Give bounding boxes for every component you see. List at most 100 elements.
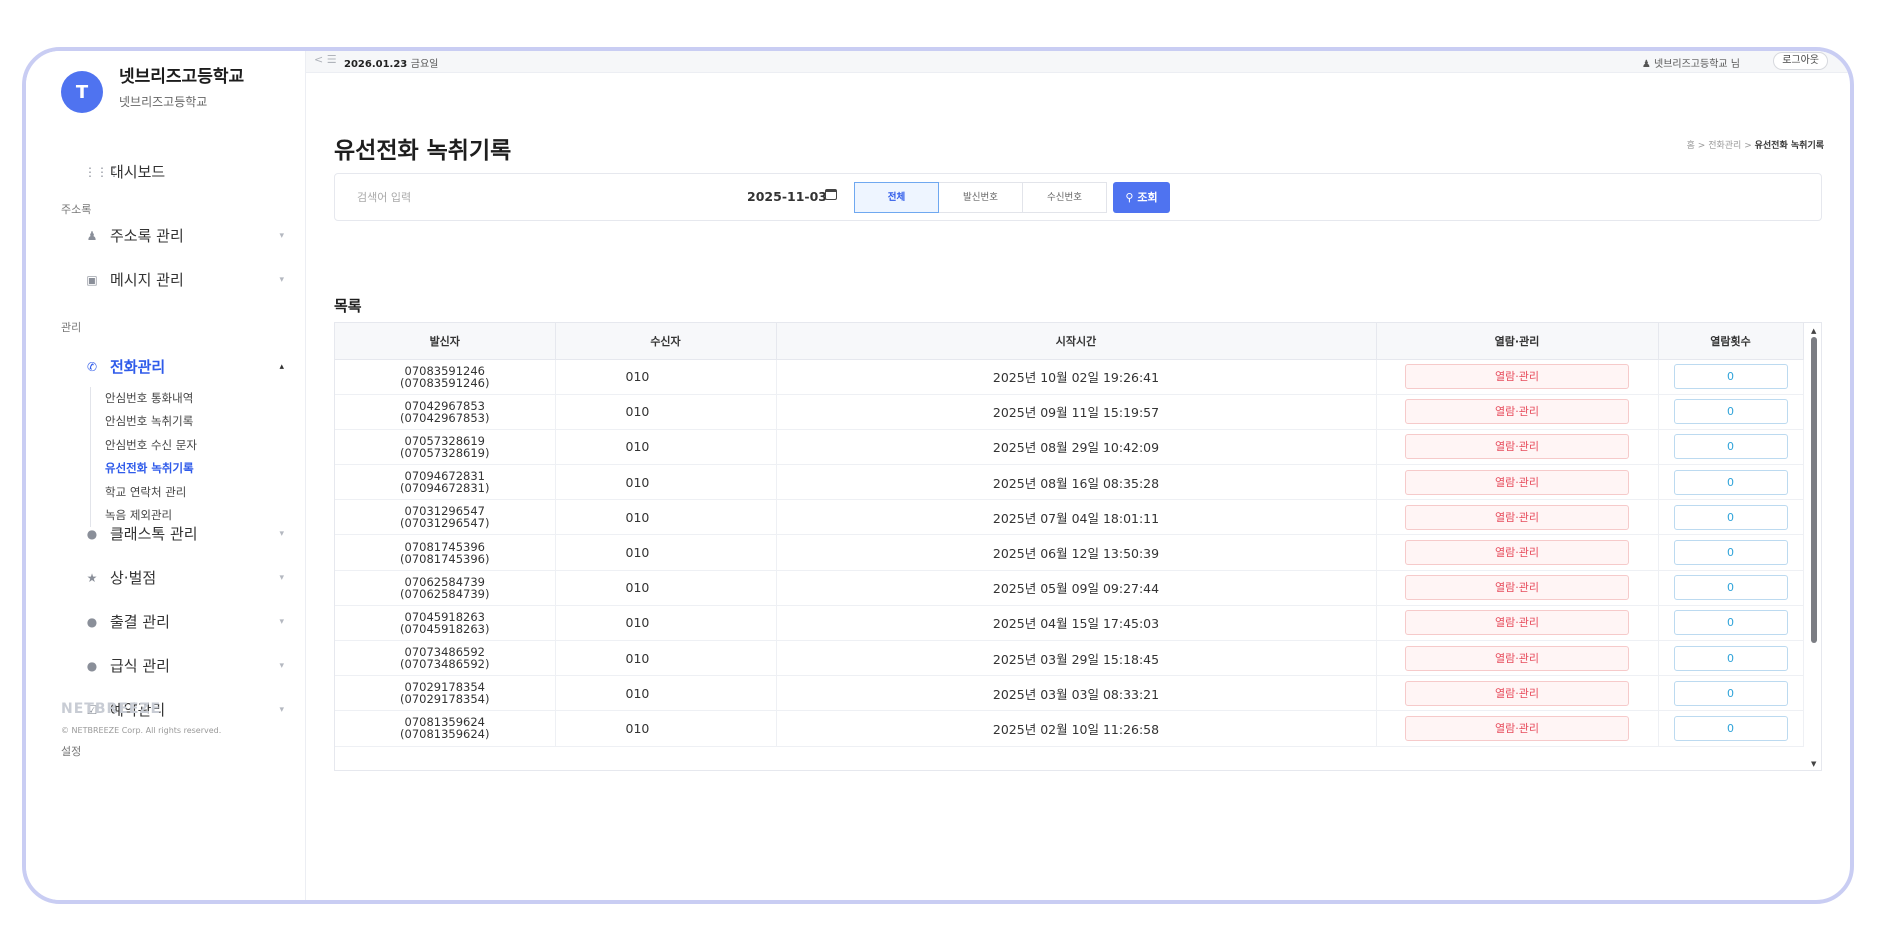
segment-caller[interactable]: 발신번호 bbox=[938, 182, 1023, 213]
sidebar-item-label: 출결 관리 bbox=[110, 613, 170, 631]
phone-submenu: 안심번호 통화내역 안심번호 녹취기록 안심번호 수신 문자 유선전화 녹취기록… bbox=[90, 387, 197, 528]
table-row[interactable]: 07094672831 (07094672831) 010 2025년 08월 16일… bbox=[335, 464, 1804, 501]
table-row[interactable]: 07083591246 (07083591246) 010 2025년 10월 02일… bbox=[335, 359, 1804, 395]
sender-number-paren: (07045918263) bbox=[400, 621, 490, 636]
cell-sender: 07045918263 (07045918263) bbox=[335, 605, 556, 642]
cell-start-time: 2025년 10월 02일 19:26:41 bbox=[776, 359, 1377, 395]
open-mgmt-button[interactable]: 열람·관리 bbox=[1405, 504, 1629, 530]
cell-sender: 07042967853 (07042967853) bbox=[335, 394, 556, 430]
chevron-down-icon: ▾ bbox=[279, 274, 284, 285]
open-mgmt-button[interactable]: 열람·관리 bbox=[1405, 610, 1629, 636]
sidebar-item-attendance[interactable]: ● 출결 관리 ▾ bbox=[84, 611, 284, 632]
logout-button[interactable]: 로그아웃 bbox=[1773, 52, 1828, 70]
menu-toggle-icon[interactable]: < ☰ bbox=[314, 53, 337, 66]
submenu-item-safe-sms[interactable]: 안심번호 수신 문자 bbox=[105, 434, 197, 457]
footer-logo-text: NETBREEZE bbox=[61, 701, 162, 717]
brand: T 넷브리즈고등학교 넷브리즈고등학교 bbox=[61, 66, 244, 113]
breadcrumb-home[interactable]: 홈 bbox=[1687, 141, 1695, 151]
date-value: 2026.01.23 bbox=[344, 59, 408, 70]
segment-receiver[interactable]: 수신번호 bbox=[1022, 182, 1107, 213]
sender-number-paren: (07042967853) bbox=[400, 410, 490, 425]
cell-open-count: 0 bbox=[1658, 464, 1804, 501]
col-header-open-mgmt[interactable]: 열람·관리 bbox=[1376, 323, 1659, 360]
cell-sender: 07073486592 (07073486592) bbox=[335, 640, 556, 677]
open-mgmt-button[interactable]: 열람·관리 bbox=[1405, 645, 1629, 671]
cell-start-time: 2025년 03월 03일 08:33:21 bbox=[776, 675, 1377, 712]
sidebar-item-award[interactable]: ★ 상·벌점 ▾ bbox=[84, 567, 284, 588]
open-count-field[interactable]: 0 bbox=[1673, 540, 1788, 566]
open-count-field[interactable]: 0 bbox=[1673, 469, 1788, 495]
table-row[interactable]: 07081745396 (07081745396) 010 2025년 06월 12일… bbox=[335, 534, 1804, 571]
scroll-down-icon[interactable]: ▼ bbox=[1811, 760, 1816, 768]
cell-sender: 07057328619 (07057328619) bbox=[335, 429, 556, 466]
scrollbar-thumb[interactable] bbox=[1811, 337, 1817, 643]
cell-open-count: 0 bbox=[1658, 394, 1804, 430]
cell-receiver: 010 bbox=[555, 640, 777, 677]
submenu-item-landline-recording[interactable]: 유선전화 녹취기록 bbox=[105, 457, 197, 480]
user-icon: ♟ bbox=[1641, 59, 1651, 70]
breadcrumb-phone[interactable]: 전화관리 bbox=[1708, 141, 1741, 151]
open-count-field[interactable]: 0 bbox=[1673, 399, 1788, 425]
school-subtitle: 넷브리즈고등학교 bbox=[119, 95, 208, 109]
col-header-sender[interactable]: 발신자 bbox=[335, 323, 556, 360]
open-count-field[interactable]: 0 bbox=[1673, 680, 1788, 706]
sidebar-item-message[interactable]: ▣ 메시지 관리 ▾ bbox=[84, 269, 284, 290]
open-count-field[interactable]: 0 bbox=[1673, 715, 1788, 741]
cell-open-mgmt: 열람·관리 bbox=[1376, 675, 1659, 712]
table-row[interactable]: 07031296547 (07031296547) 010 2025년 07월 04일… bbox=[335, 499, 1804, 536]
sidebar-item-dashboard[interactable]: ⋮⋮⋮ 대시보드 bbox=[84, 161, 284, 182]
open-mgmt-button[interactable]: 열람·관리 bbox=[1405, 364, 1629, 390]
search-button[interactable]: ⚲ 조회 bbox=[1113, 182, 1170, 213]
open-mgmt-button[interactable]: 열람·관리 bbox=[1405, 469, 1629, 495]
col-header-receiver[interactable]: 수신자 bbox=[555, 323, 777, 360]
star-icon: ★ bbox=[86, 570, 98, 585]
chevron-down-icon: ▾ bbox=[279, 704, 284, 715]
user-info: ♟ 넷브리즈고등학교 님 bbox=[1642, 55, 1740, 70]
cell-open-mgmt: 열람·관리 bbox=[1376, 640, 1659, 677]
open-mgmt-button[interactable]: 열람·관리 bbox=[1405, 540, 1629, 566]
table-row[interactable]: 07045918263 (07045918263) 010 2025년 04월 15일… bbox=[335, 605, 1804, 642]
open-count-field[interactable]: 0 bbox=[1673, 364, 1788, 390]
open-mgmt-button[interactable]: 열람·관리 bbox=[1405, 680, 1629, 706]
col-header-start-time[interactable]: 시작시간 bbox=[776, 323, 1377, 360]
cell-start-time: 2025년 07월 04일 18:01:11 bbox=[776, 499, 1377, 536]
cell-receiver: 010 bbox=[555, 499, 777, 536]
section-label-settings: 설정 bbox=[61, 745, 82, 758]
table-row[interactable]: 07029178354 (07029178354) 010 2025년 03월 03일… bbox=[335, 675, 1804, 712]
sender-number: 07083591246 bbox=[404, 363, 485, 378]
app-frame: T 넷브리즈고등학교 넷브리즈고등학교 ⋮⋮⋮ 대시보드 주소록 ♟ 주소록 관… bbox=[22, 47, 1854, 904]
search-input[interactable] bbox=[335, 174, 675, 220]
open-mgmt-button[interactable]: 열람·관리 bbox=[1405, 434, 1629, 460]
open-count-field[interactable]: 0 bbox=[1673, 610, 1788, 636]
col-header-open-count[interactable]: 열람횟수 bbox=[1658, 323, 1804, 360]
sidebar-item-meal[interactable]: ● 급식 관리 ▾ bbox=[84, 655, 284, 676]
submenu-item-school-contacts[interactable]: 학교 연락처 관리 bbox=[105, 481, 197, 504]
open-mgmt-button[interactable]: 열람·관리 bbox=[1405, 399, 1629, 425]
scroll-up-icon[interactable]: ▲ bbox=[1811, 327, 1816, 335]
table-row[interactable]: 07073486592 (07073486592) 010 2025년 03월 29일… bbox=[335, 640, 1804, 677]
open-count-field[interactable]: 0 bbox=[1673, 575, 1788, 601]
table-row[interactable]: 07062584739 (07062584739) 010 2025년 05월 09일… bbox=[335, 570, 1804, 606]
table-scrollbar[interactable]: ▲ ▼ bbox=[1810, 327, 1818, 768]
open-count-field[interactable]: 0 bbox=[1673, 504, 1788, 530]
table-row[interactable]: 07081359624 (07081359624) 010 2025년 02월 10일… bbox=[335, 710, 1804, 747]
cell-start-time: 2025년 05월 09일 09:27:44 bbox=[776, 570, 1377, 606]
open-mgmt-button[interactable]: 열람·관리 bbox=[1405, 715, 1629, 741]
cell-open-count: 0 bbox=[1658, 640, 1804, 677]
segment-all[interactable]: 전체 bbox=[854, 182, 939, 213]
sender-number: 07081745396 bbox=[404, 539, 485, 554]
table-row[interactable]: 07042967853 (07042967853) 010 2025년 09월 11일… bbox=[335, 394, 1804, 430]
chevron-down-icon: ▾ bbox=[279, 616, 284, 627]
open-mgmt-button[interactable]: 열람·관리 bbox=[1405, 575, 1629, 601]
cell-open-count: 0 bbox=[1658, 570, 1804, 606]
sidebar-item-phone[interactable]: ✆ 전화관리 ▴ bbox=[84, 356, 284, 377]
open-count-field[interactable]: 0 bbox=[1673, 434, 1788, 460]
sidebar-item-addressbook[interactable]: ♟ 주소록 관리 ▾ bbox=[84, 225, 284, 246]
sender-number-paren: (07083591246) bbox=[400, 375, 490, 390]
table-row[interactable]: 07057328619 (07057328619) 010 2025년 08월 29일… bbox=[335, 429, 1804, 466]
calendar-icon[interactable] bbox=[825, 189, 837, 200]
open-count-field[interactable]: 0 bbox=[1673, 645, 1788, 671]
submenu-item-safe-call-recording[interactable]: 안심번호 녹취기록 bbox=[105, 410, 197, 433]
submenu-item-safe-call-history[interactable]: 안심번호 통화내역 bbox=[105, 387, 197, 410]
sidebar-item-classtalk[interactable]: ● 클래스톡 관리 ▾ bbox=[84, 523, 284, 544]
